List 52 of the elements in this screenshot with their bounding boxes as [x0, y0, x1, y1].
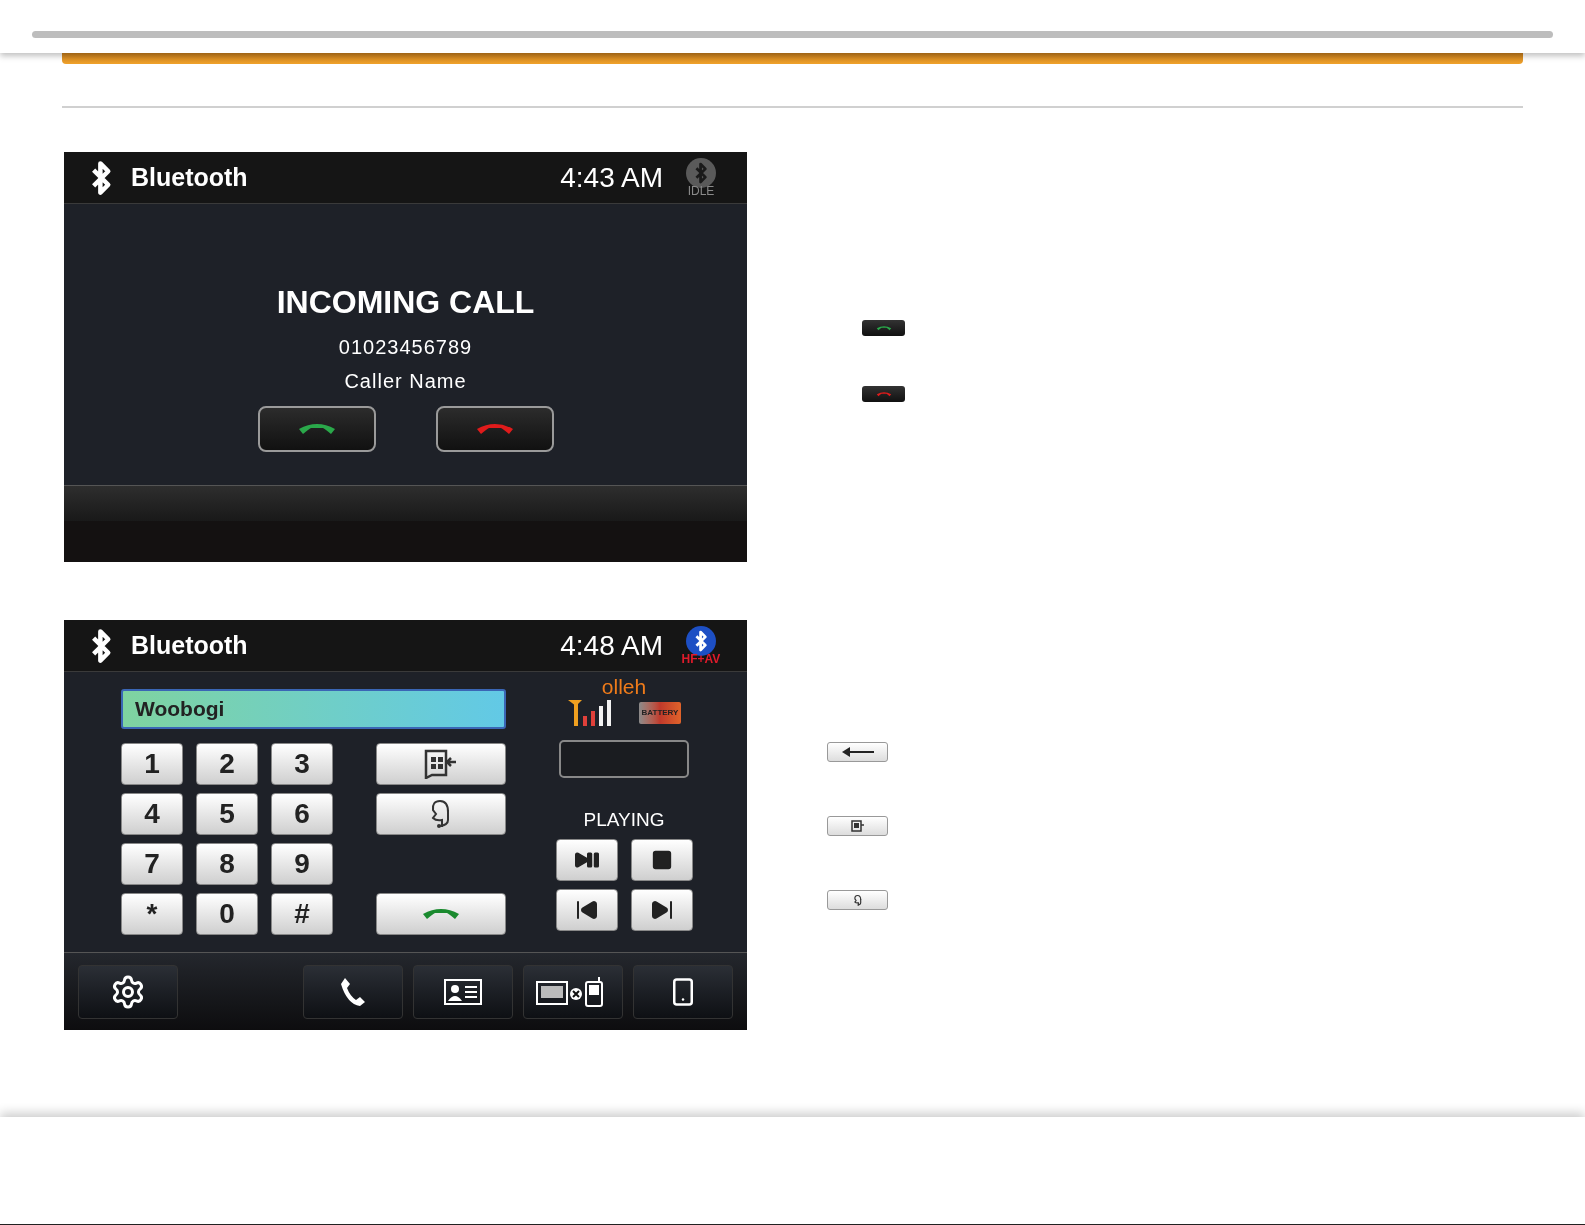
screen-title: Bluetooth	[131, 161, 248, 193]
call-log-button[interactable]	[303, 964, 403, 1019]
keypad-key[interactable]: 3	[271, 743, 333, 785]
carrier-name: olleh	[601, 674, 647, 700]
settings-button[interactable]	[78, 964, 178, 1019]
keypad-key[interactable]: 2	[196, 743, 258, 785]
phone-handset-icon	[296, 421, 337, 437]
previous-track-button[interactable]	[556, 888, 618, 931]
clock-time: 4:43 AM	[560, 160, 663, 195]
caller-name: Caller Name	[344, 369, 467, 394]
accept-call-button[interactable]	[257, 406, 376, 452]
reject-call-button[interactable]	[435, 406, 554, 452]
stop-icon	[650, 848, 673, 871]
keypad-key[interactable]: 4	[121, 793, 183, 835]
caller-number: 01023456789	[338, 335, 473, 360]
keypad-key[interactable]: 5	[196, 793, 258, 835]
signal-strength-icon	[566, 698, 613, 727]
incoming-call-heading: INCOMING CALL	[276, 286, 535, 318]
phone-handset-icon	[875, 324, 892, 332]
play-pause-icon	[572, 850, 602, 869]
keypad-arrow-icon	[424, 749, 458, 779]
phone-button[interactable]	[633, 964, 733, 1019]
keypad-key[interactable]: #	[271, 893, 333, 935]
keypad-key[interactable]: 9	[271, 843, 333, 885]
phone-handset-icon	[421, 906, 461, 922]
keypad-key[interactable]: 1	[121, 743, 183, 785]
battery-indicator: BATTERY	[638, 702, 682, 725]
stop-button[interactable]	[630, 838, 693, 881]
contacts-button[interactable]	[413, 964, 513, 1019]
keypad-key[interactable]: *	[121, 893, 183, 935]
phone-handset-icon	[875, 390, 892, 398]
contact-name: Woobogi	[135, 696, 225, 723]
keypad-transfer-button[interactable]	[376, 743, 506, 785]
connection-status-label: IDLE	[687, 185, 715, 197]
media-status: PLAYING	[583, 808, 665, 833]
play-pause-button[interactable]	[556, 838, 618, 881]
keypad-key[interactable]: 7	[121, 843, 183, 885]
clock-time: 4:48 AM	[560, 628, 663, 663]
left-arrow-icon	[841, 747, 874, 757]
call-button[interactable]	[376, 893, 506, 935]
settings-icon	[110, 973, 146, 1010]
keypad-key[interactable]: 8	[196, 843, 258, 885]
next-track-button[interactable]	[630, 888, 693, 931]
screen-title: Bluetooth	[131, 629, 248, 661]
voice-button[interactable]	[376, 793, 506, 835]
keypad-key[interactable]: 0	[196, 893, 258, 935]
keypad-key[interactable]: 6	[271, 793, 333, 835]
connection-status-label: HF+AV	[681, 653, 721, 665]
phone-handset-icon	[474, 421, 515, 437]
disconnect-device-button[interactable]	[523, 964, 623, 1019]
contact-card-icon	[444, 978, 482, 1005]
head-headset-icon	[852, 893, 863, 907]
